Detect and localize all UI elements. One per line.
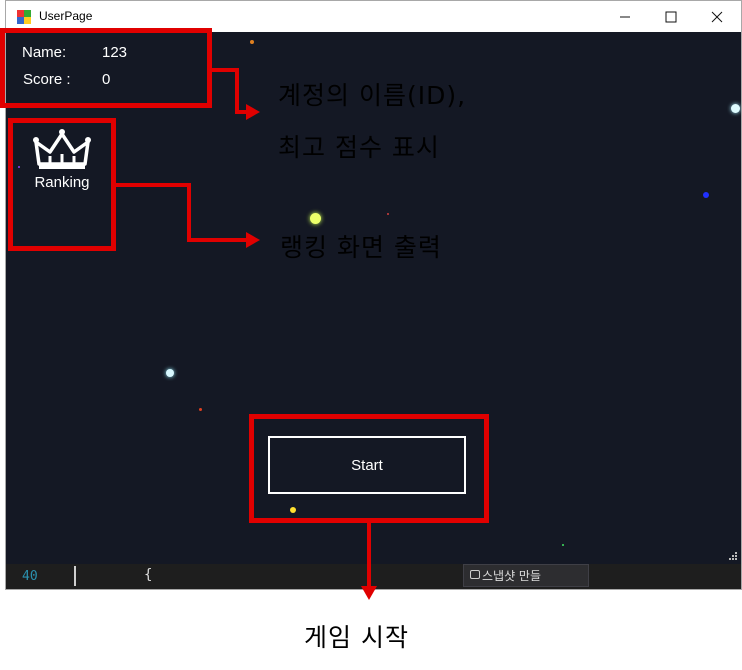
star-particle (562, 544, 564, 546)
resize-grip-icon[interactable] (728, 551, 738, 561)
close-button[interactable] (694, 1, 740, 32)
star-particle (250, 40, 254, 44)
annotation-start: 게임 시작 (304, 623, 409, 652)
snapshot-button[interactable]: 스냅샷 만들 (463, 564, 589, 587)
annotation-ranking: 랭킹 화면 출력 (280, 233, 442, 262)
star-particle (199, 408, 202, 411)
annotation-info-line2: 최고 점수 표시 (278, 133, 440, 162)
star-particle (166, 369, 174, 377)
star-particle (731, 104, 740, 113)
editor-gutter-divider (74, 566, 76, 586)
snapshot-label: 스냅샷 만들 (482, 569, 542, 583)
maximize-button[interactable] (648, 1, 694, 32)
minimize-icon (620, 16, 630, 17)
maximize-icon (665, 11, 677, 22)
annotation-box-ranking (8, 118, 116, 251)
close-icon (711, 11, 723, 22)
star-particle (703, 192, 709, 198)
star-particle (387, 213, 389, 215)
annotation-box-start (249, 414, 489, 523)
star-particle (310, 213, 321, 224)
code-brace: { (144, 567, 153, 583)
line-number: 40 (22, 569, 38, 584)
app-icon (17, 10, 31, 24)
background-editor-strip: 40 { 스냅샷 만들 (6, 564, 741, 589)
annotation-box-info (0, 28, 212, 108)
annotation-info-line1: 계정의 이름(ID), (278, 81, 467, 110)
window-title: UserPage (39, 9, 93, 23)
minimize-button[interactable] (602, 1, 648, 32)
camera-icon (470, 570, 480, 579)
